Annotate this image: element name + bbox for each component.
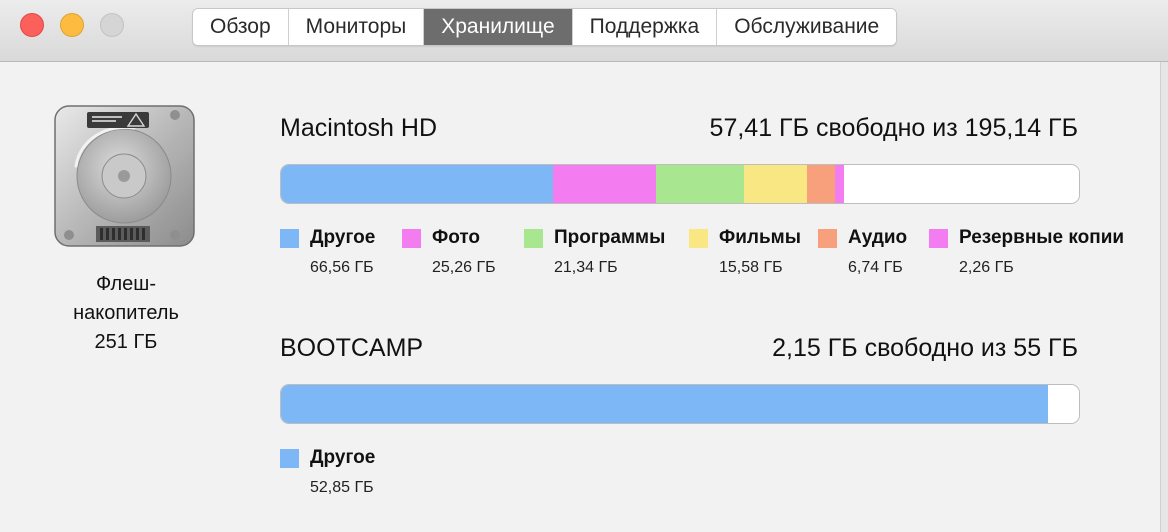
scrollbar[interactable] bbox=[1160, 62, 1168, 532]
storage-segment-free bbox=[1047, 385, 1079, 423]
storage-segment bbox=[553, 165, 657, 203]
volume-name: Macintosh HD bbox=[280, 114, 437, 142]
legend-label: Резервные копии bbox=[959, 227, 1125, 248]
legend-swatch bbox=[689, 229, 708, 248]
legend-swatch bbox=[524, 229, 543, 248]
legend-size: 52,85 ГБ bbox=[310, 479, 374, 496]
storage-bar bbox=[280, 384, 1080, 424]
tab-service[interactable]: Обслуживание bbox=[717, 9, 897, 45]
storage-segment-free bbox=[844, 165, 1079, 203]
storage-bar bbox=[280, 164, 1080, 204]
minimize-window-button[interactable] bbox=[60, 13, 84, 37]
legend-size: 15,58 ГБ bbox=[719, 259, 783, 276]
legend-size: 66,56 ГБ bbox=[310, 259, 374, 276]
drive-caption: Флеш-накопитель 251 ГБ bbox=[46, 270, 206, 357]
volume-free-space: 2,15 ГБ свободно из 55 ГБ bbox=[772, 334, 1078, 362]
legend-swatch bbox=[929, 229, 948, 248]
tab-displays[interactable]: Мониторы bbox=[288, 9, 425, 45]
legend-size: 2,26 ГБ bbox=[959, 259, 1014, 276]
storage-segment bbox=[835, 165, 845, 203]
tab-bar: Обзор Мониторы Хранилище Поддержка Обслу… bbox=[192, 8, 898, 46]
legend-size: 25,26 ГБ bbox=[432, 259, 496, 276]
legend-swatch bbox=[818, 229, 837, 248]
storage-segment bbox=[807, 165, 835, 203]
tab-overview[interactable]: Обзор bbox=[193, 9, 289, 45]
storage-segment bbox=[281, 165, 554, 203]
legend-swatch bbox=[402, 229, 421, 248]
legend-label: Аудио bbox=[848, 227, 908, 248]
close-window-button[interactable] bbox=[20, 13, 44, 37]
storage-segment bbox=[656, 165, 744, 203]
drive-name: Флеш-накопитель bbox=[73, 273, 179, 324]
legend-label: Другое bbox=[310, 227, 376, 248]
tab-support[interactable]: Поддержка bbox=[572, 9, 718, 45]
volume-free-space: 57,41 ГБ свободно из 195,14 ГБ bbox=[709, 114, 1078, 142]
legend-label: Фильмы bbox=[719, 227, 801, 248]
volume-name: BOOTCAMP bbox=[280, 334, 424, 362]
legend-swatch bbox=[280, 229, 299, 248]
hard-drive-icon bbox=[54, 105, 195, 247]
storage-segment bbox=[281, 385, 1048, 423]
legend-label: Фото bbox=[432, 227, 481, 248]
legend-size: 21,34 ГБ bbox=[554, 259, 618, 276]
drive-capacity: 251 ГБ bbox=[94, 331, 158, 353]
legend-label: Программы bbox=[554, 227, 666, 248]
legend-swatch bbox=[280, 449, 299, 468]
legend-label: Другое bbox=[310, 447, 376, 468]
legend-size: 6,74 ГБ bbox=[848, 259, 903, 276]
zoom-window-button[interactable] bbox=[100, 13, 124, 37]
tab-storage[interactable]: Хранилище bbox=[424, 9, 573, 45]
storage-segment bbox=[743, 165, 808, 203]
title-bar: Обзор Мониторы Хранилище Поддержка Обслу… bbox=[0, 0, 1168, 62]
